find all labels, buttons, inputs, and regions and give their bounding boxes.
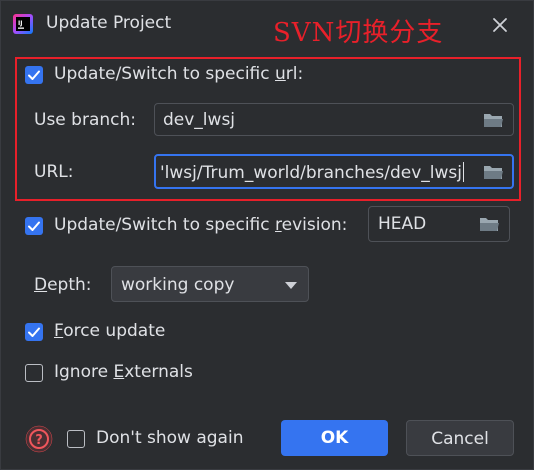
depth-selected-value: working copy: [121, 275, 235, 295]
switch-revision-checkbox[interactable]: [25, 217, 43, 235]
dont-show-again-label[interactable]: Don't show again: [96, 428, 243, 448]
switch-revision-label-text: Update/Switch to specific: [54, 215, 276, 235]
check-icon: [28, 70, 40, 80]
switch-revision-label-rest: evision:: [281, 215, 348, 235]
use-branch-label: Use branch:: [34, 110, 136, 130]
switch-url-mnemonic: u: [275, 64, 286, 84]
switch-revision-mnemonic: r: [275, 215, 282, 235]
help-icon[interactable]: ?: [25, 425, 53, 453]
switch-url-label[interactable]: Update/Switch to specific url:: [54, 64, 303, 84]
force-update-checkbox[interactable]: [25, 323, 43, 341]
revision-value: HEAD: [378, 214, 427, 234]
close-icon[interactable]: [489, 14, 511, 36]
url-value: 'lwsj/Trum_world/branches/dev_lwsj: [160, 162, 476, 183]
svg-text:IJ: IJ: [18, 20, 22, 27]
chevron-down-icon: [285, 282, 297, 289]
use-branch-field[interactable]: dev_lwsj: [154, 103, 514, 136]
depth-label: Depth:: [34, 275, 92, 295]
force-update-label[interactable]: Force update: [54, 321, 165, 341]
force-update-label-rest: orce update: [63, 321, 166, 341]
browse-revision-folder-icon[interactable]: [477, 213, 503, 235]
intellij-app-icon: IJ: [13, 14, 33, 34]
ignore-externals-label-text: Ignore: [54, 362, 114, 382]
annotation-label: SVN切换分支: [273, 18, 444, 48]
url-value-text: 'lwsj/Trum_world/branches/dev_lwsj: [160, 163, 463, 183]
update-project-dialog: IJ Update Project SVN切换分支 Update/Switch …: [0, 0, 534, 470]
depth-label-rest: epth:: [47, 275, 92, 295]
dont-show-again-checkbox[interactable]: [67, 430, 85, 448]
cancel-button[interactable]: Cancel: [406, 420, 514, 456]
ignore-externals-checkbox[interactable]: [25, 364, 43, 382]
switch-url-label-text: Update/Switch to specific: [54, 64, 276, 84]
force-update-mnemonic: F: [54, 321, 64, 341]
browse-url-folder-icon[interactable]: [481, 161, 507, 183]
use-branch-value: dev_lwsj: [163, 110, 236, 130]
switch-url-label-rest: rl:: [285, 64, 304, 84]
url-field[interactable]: 'lwsj/Trum_world/branches/dev_lwsj: [154, 154, 514, 189]
svg-text:?: ?: [35, 433, 43, 448]
url-label: URL:: [34, 162, 74, 182]
text-caret: [463, 162, 465, 182]
check-icon: [28, 221, 40, 231]
browse-branch-folder-icon[interactable]: [481, 109, 507, 131]
ok-button[interactable]: OK: [281, 420, 388, 456]
depth-select[interactable]: working copy: [111, 266, 309, 302]
check-icon: [28, 327, 40, 337]
ignore-externals-mnemonic: E: [113, 362, 125, 382]
depth-mnemonic: D: [34, 275, 48, 295]
switch-url-checkbox[interactable]: [25, 66, 43, 84]
title-bar: IJ Update Project SVN切换分支: [1, 1, 534, 49]
ignore-externals-label-rest: xternals: [124, 362, 193, 382]
dialog-title: Update Project: [46, 13, 172, 33]
ignore-externals-label[interactable]: Ignore Externals: [54, 362, 193, 382]
switch-revision-label[interactable]: Update/Switch to specific revision:: [54, 215, 347, 235]
